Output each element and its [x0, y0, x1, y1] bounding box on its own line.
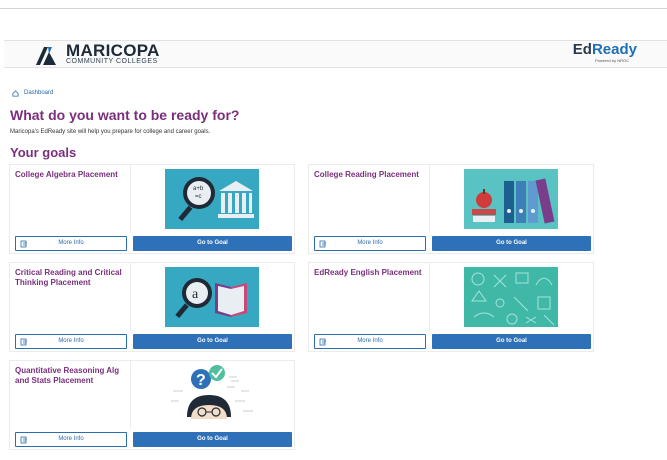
goal-card-edready-english: EdReady English Placement More Info Go t… [308, 262, 594, 352]
goal-title: College Algebra Placement [15, 170, 118, 179]
page-intro: Maricopa's EdReady site will help you pr… [10, 129, 211, 135]
maricopa-logo-icon [36, 47, 56, 65]
more-info-label: More Info [58, 436, 84, 442]
goal-card-quantitative-reasoning: Quantitative Reasoning Alg and Stats Pla… [9, 360, 295, 450]
svg-text:a: a [192, 287, 199, 302]
magnifier-open-book-image: a [165, 267, 259, 327]
more-info-button[interactable]: More Info [314, 236, 426, 251]
goal-title: Quantitative Reasoning Alg and Stats Pla… [15, 366, 120, 385]
go-to-goal-button[interactable]: Go to Goal [133, 334, 292, 349]
goal-card-critical-reading: Critical Reading and Critical Thinking P… [9, 262, 295, 352]
edready-logo: EdReady [573, 42, 637, 58]
more-info-label: More Info [357, 338, 383, 344]
more-info-button[interactable]: More Info [15, 432, 127, 447]
go-to-goal-button[interactable]: Go to Goal [432, 236, 591, 251]
goals-heading: Your goals [10, 145, 77, 160]
goal-title: College Reading Placement [314, 170, 419, 179]
teal-doodle-pattern-image [464, 267, 558, 327]
goal-card-college-reading: College Reading Placement More Info Go t… [308, 164, 594, 254]
breadcrumb[interactable]: Dashboard [12, 89, 53, 97]
more-info-button[interactable]: More Info [15, 236, 127, 251]
breadcrumb-dashboard-link[interactable]: Dashboard [24, 89, 53, 97]
edready-logo-prefix: Ed [572, 41, 592, 58]
page-title: What do you want to be ready for? [10, 107, 240, 123]
go-to-goal-button[interactable]: Go to Goal [432, 334, 591, 349]
goal-title: EdReady English Placement [314, 268, 422, 277]
apple-books-binders-image [464, 169, 558, 229]
go-to-goal-button[interactable]: Go to Goal [133, 236, 292, 251]
svg-text:a+b: a+b [193, 186, 204, 192]
brand-name: MARICOPA [66, 41, 160, 60]
svg-text:?: ? [196, 372, 206, 389]
student-question-check-image: ? [165, 365, 259, 425]
edready-tagline: Powered by NROC [594, 58, 629, 63]
svg-text:=c: =c [195, 194, 202, 200]
more-info-label: More Info [58, 240, 84, 246]
algebra-magnifier-building-image: a+b =c [165, 169, 259, 229]
more-info-button[interactable]: More Info [314, 334, 426, 349]
home-icon [12, 89, 19, 97]
go-to-goal-button[interactable]: Go to Goal [133, 432, 292, 447]
goal-card-college-algebra: College Algebra Placement a+b =c More In… [9, 164, 295, 254]
more-info-button[interactable]: More Info [15, 334, 127, 349]
brand-subtitle: COMMUNITY COLLEGES [66, 58, 158, 65]
more-info-label: More Info [58, 338, 84, 344]
site-header: MARICOPA COMMUNITY COLLEGES EdReady Powe… [4, 40, 667, 68]
more-info-label: More Info [357, 240, 383, 246]
goal-title: Critical Reading and Critical Thinking P… [15, 268, 122, 287]
edready-logo-accent: Ready [591, 41, 637, 58]
